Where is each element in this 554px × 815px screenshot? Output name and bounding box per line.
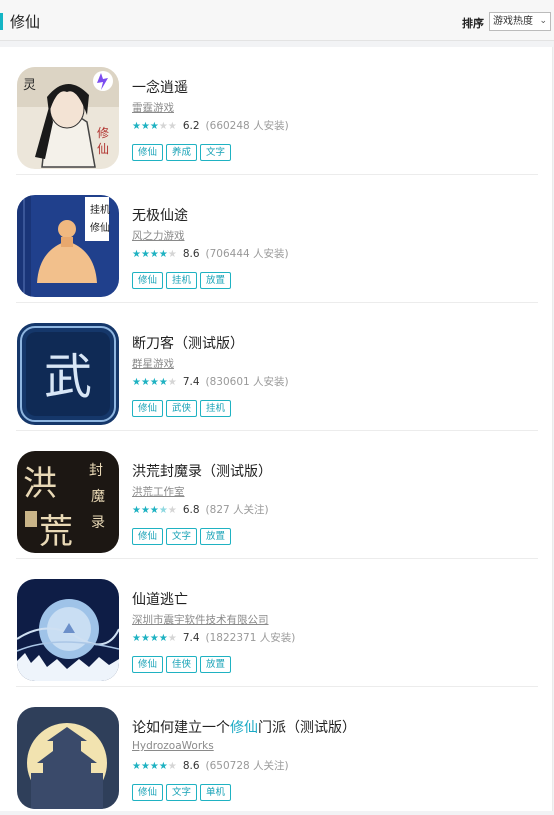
developer-link[interactable]: 洪荒工作室: [132, 484, 185, 499]
svg-text:挂机: 挂机: [90, 203, 110, 216]
duandaoke-icon[interactable]: 武: [17, 323, 119, 425]
sort-dropdown-value: 游戏热度: [493, 16, 533, 27]
svg-text:荒: 荒: [39, 512, 73, 552]
install-count: (706444 人安装): [205, 248, 289, 260]
svg-text:修仙: 修仙: [90, 221, 110, 234]
game-name[interactable]: 仙道逃亡: [132, 589, 188, 609]
game-list-item[interactable]: 灵 修 仙 一念逍遥 雷霆游戏 ★★★★★ 6.2 (660248 人安装) 修仙养…: [0, 47, 552, 175]
game-list: 灵 修 仙 一念逍遥 雷霆游戏 ★★★★★ 6.2 (660248 人安装) 修仙养…: [0, 47, 553, 811]
svg-text:录: 录: [91, 515, 105, 531]
tag[interactable]: 养成: [166, 144, 198, 161]
tag[interactable]: 单机: [200, 784, 232, 801]
tag[interactable]: 修仙: [132, 144, 164, 161]
sort-dropdown[interactable]: 游戏热度 ⌄: [489, 12, 551, 31]
tag[interactable]: 放置: [200, 656, 232, 673]
sort-label: 排序: [462, 17, 484, 30]
game-name[interactable]: 断刀客（测试版）: [132, 333, 244, 353]
chevron-down-icon: ⌄: [539, 16, 547, 26]
star-rating: ★★★★★: [132, 504, 177, 516]
install-count: (660248 人安装): [205, 120, 289, 132]
tag[interactable]: 放置: [200, 272, 232, 289]
tag[interactable]: 修仙: [132, 656, 164, 673]
honghuang-icon[interactable]: 洪 荒 封 魔 录: [17, 451, 119, 553]
rating: ★★★★★ 7.4 (830601 人安装): [132, 374, 289, 389]
score: 8.6: [182, 759, 200, 772]
tag[interactable]: 文字: [166, 528, 198, 545]
game-name[interactable]: 一念逍遥: [132, 77, 188, 97]
tag[interactable]: 佳侠: [166, 656, 198, 673]
page-title: 修仙: [10, 13, 41, 31]
rating: ★★★★★ 8.6 (650728 人关注): [132, 758, 289, 773]
tag-list: 修仙 佳侠 放置: [132, 652, 234, 673]
install-count: (1822371 人安装): [205, 632, 296, 644]
tag[interactable]: 挂机: [166, 272, 198, 289]
follow-count: (650728 人关注): [205, 760, 289, 772]
game-name[interactable]: 无极仙途: [132, 205, 188, 225]
svg-text:仙: 仙: [97, 142, 109, 156]
tag[interactable]: 修仙: [132, 272, 164, 289]
yinian-xiaoyao-icon[interactable]: 灵 修 仙: [17, 67, 119, 169]
tag-list: 修仙 养成 文字: [132, 140, 234, 161]
score: 7.4: [182, 631, 200, 644]
tag-list: 修仙 武侠 挂机: [132, 396, 234, 417]
star-rating: ★★★★★: [132, 376, 177, 388]
game-name[interactable]: 论如何建立一个修仙门派（测试版）: [132, 717, 356, 737]
developer-link[interactable]: HydrozoaWorks: [132, 740, 214, 752]
rating: ★★★★★ 7.4 (1822371 人安装): [132, 630, 296, 645]
tag[interactable]: 放置: [200, 528, 232, 545]
xiupai-icon[interactable]: [17, 707, 119, 809]
svg-text:修: 修: [97, 125, 109, 140]
tag[interactable]: 武侠: [166, 400, 198, 417]
tag-list: 修仙 挂机 放置: [132, 268, 234, 289]
tag[interactable]: 修仙: [132, 528, 164, 545]
rating: ★★★★★ 6.2 (660248 人安装): [132, 118, 289, 133]
rating: ★★★★★ 6.8 (827 人关注): [132, 502, 269, 517]
score: 7.4: [182, 375, 200, 388]
svg-text:封: 封: [89, 463, 103, 479]
game-list-item[interactable]: 仙道逃亡 深圳市震宇软件技术有限公司 ★★★★★ 7.4 (1822371 人安装)…: [0, 559, 552, 687]
star-rating: ★★★★★: [132, 632, 177, 644]
install-count: (830601 人安装): [205, 376, 289, 388]
game-list-item[interactable]: 洪 荒 封 魔 录 洪荒封魔录（测试版） 洪荒工作室 ★★★★★ 6.8 (827 …: [0, 431, 552, 559]
star-rating: ★★★★★: [132, 760, 177, 772]
star-rating: ★★★★★: [132, 248, 177, 260]
wuji-xiantu-icon[interactable]: 挂机 修仙: [17, 195, 119, 297]
developer-link[interactable]: 深圳市震宇软件技术有限公司: [132, 612, 269, 627]
tag-list: 修仙 文字 放置: [132, 524, 234, 545]
developer-link[interactable]: 雷霆游戏: [132, 100, 174, 115]
svg-text:魔: 魔: [91, 489, 105, 505]
svg-text:灵: 灵: [23, 78, 36, 93]
star-rating: ★★★★★: [132, 120, 177, 132]
game-list-item[interactable]: 挂机 修仙 无极仙途 风之力游戏 ★★★★★ 8.6 (706444 人安装) 修仙…: [0, 175, 552, 303]
game-name-part: 门派（测试版）: [258, 720, 356, 736]
score: 6.2: [182, 119, 200, 132]
game-name[interactable]: 洪荒封魔录（测试版）: [132, 461, 272, 481]
tag-list: 修仙 文字 单机: [132, 780, 234, 801]
tag[interactable]: 文字: [200, 144, 232, 161]
game-list-item[interactable]: 论如何建立一个修仙门派（测试版） HydrozoaWorks ★★★★★ 8.6(…: [0, 687, 552, 815]
accent-bar: [0, 13, 3, 30]
tag[interactable]: 挂机: [200, 400, 232, 417]
svg-text:武: 武: [44, 349, 92, 405]
tag[interactable]: 修仙: [132, 784, 164, 801]
xiandao-taowang-icon[interactable]: [17, 579, 119, 681]
svg-text:洪: 洪: [23, 464, 57, 504]
game-list-item[interactable]: 武 断刀客（测试版） 群星游戏 ★★★★★ 7.4 (830601 人安装) 修仙武…: [0, 303, 552, 431]
tag[interactable]: 文字: [166, 784, 198, 801]
developer-link[interactable]: 风之力游戏: [132, 228, 185, 243]
game-name-part: 论如何建立一个: [132, 720, 230, 736]
score: 6.8: [182, 503, 200, 516]
score: 8.6: [182, 247, 200, 260]
rating: ★★★★★ 8.6 (706444 人安装): [132, 246, 289, 261]
game-name-highlight: 修仙: [230, 720, 258, 736]
follow-count: (827 人关注): [205, 504, 269, 516]
tag[interactable]: 修仙: [132, 400, 164, 417]
category-header: 修仙 排序 游戏热度 ⌄: [0, 0, 554, 41]
developer-link[interactable]: 群星游戏: [132, 356, 174, 371]
